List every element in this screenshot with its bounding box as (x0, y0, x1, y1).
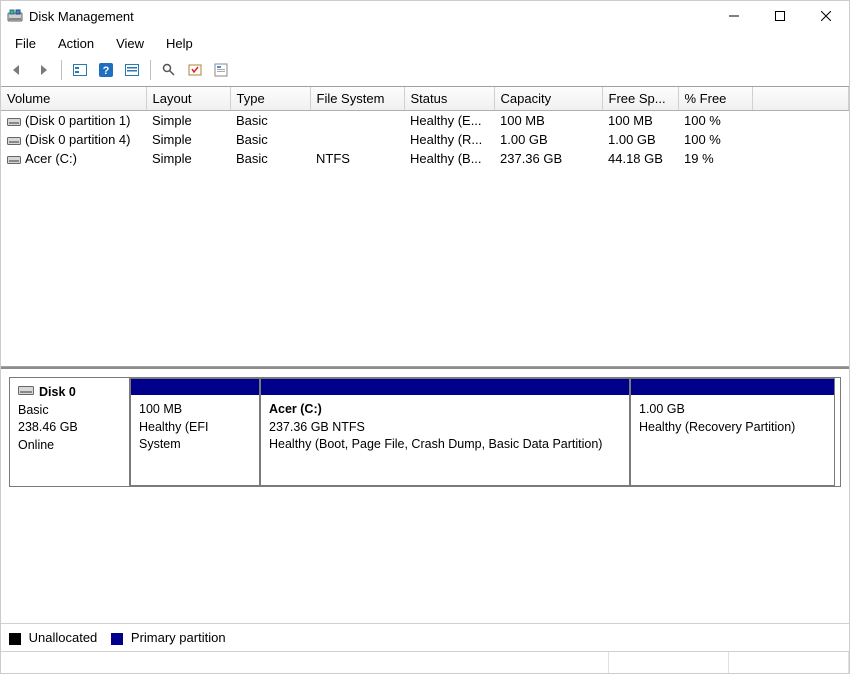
disk-type: Basic (18, 402, 121, 420)
cell-type: Basic (230, 149, 310, 168)
cell-status: Healthy (R... (404, 130, 494, 149)
menu-view[interactable]: View (106, 33, 154, 54)
cell-fs (310, 130, 404, 149)
help-button[interactable]: ? (94, 58, 118, 82)
toolbar: ? (1, 56, 849, 87)
disk-row[interactable]: Disk 0 Basic 238.46 GB Online 100 MBHeal… (9, 377, 841, 487)
menu-help[interactable]: Help (156, 33, 203, 54)
disk-size: 238.46 GB (18, 419, 121, 437)
volume-list[interactable]: Volume Layout Type File System Status Ca… (1, 87, 849, 367)
toolbar-separator (61, 60, 62, 80)
back-button[interactable] (5, 58, 29, 82)
cell-capacity: 100 MB (494, 111, 602, 131)
cell-layout: Simple (146, 149, 230, 168)
cell-layout: Simple (146, 130, 230, 149)
partition-size: 237.36 GB NTFS (269, 419, 621, 437)
primary-swatch (111, 633, 123, 645)
cell-fs: NTFS (310, 149, 404, 168)
disk-state: Online (18, 437, 121, 455)
legend-primary: Primary partition (111, 630, 225, 645)
partition-block[interactable]: Acer (C:)237.36 GB NTFSHealthy (Boot, Pa… (260, 378, 630, 486)
partition-label: Acer (C:) (269, 401, 621, 419)
rescan-disks-button[interactable] (183, 58, 207, 82)
close-button[interactable] (803, 1, 849, 31)
col-blank[interactable] (752, 87, 849, 111)
legend: Unallocated Primary partition (1, 623, 849, 651)
cell-layout: Simple (146, 111, 230, 131)
unallocated-swatch (9, 633, 21, 645)
partition-stripe (131, 379, 259, 395)
col-status[interactable]: Status (404, 87, 494, 111)
properties-button[interactable] (209, 58, 233, 82)
partition-stripe (631, 379, 834, 395)
status-bar (1, 651, 849, 673)
cell-free: 100 MB (602, 111, 678, 131)
volume-row[interactable]: Acer (C:)SimpleBasicNTFSHealthy (B...237… (1, 149, 849, 168)
svg-text:?: ? (103, 65, 110, 77)
volume-row[interactable]: (Disk 0 partition 1)SimpleBasic Healthy (… (1, 111, 849, 131)
minimize-button[interactable] (711, 1, 757, 31)
cell-capacity: 1.00 GB (494, 130, 602, 149)
col-freespace[interactable]: Free Sp... (602, 87, 678, 111)
volume-icon (7, 155, 21, 165)
cell-status: Healthy (B... (404, 149, 494, 168)
menubar: File Action View Help (1, 31, 849, 56)
col-layout[interactable]: Layout (146, 87, 230, 111)
menu-file[interactable]: File (5, 33, 46, 54)
cell-fs (310, 111, 404, 131)
col-capacity[interactable]: Capacity (494, 87, 602, 111)
window-controls (711, 1, 849, 31)
show-hide-tree-button[interactable] (68, 58, 92, 82)
cell-pct: 100 % (678, 111, 752, 131)
col-pctfree[interactable]: % Free (678, 87, 752, 111)
partition-stripe (261, 379, 629, 395)
col-filesystem[interactable]: File System (310, 87, 404, 111)
disk-icon (18, 384, 34, 402)
partition-size: 1.00 GB (639, 401, 826, 419)
forward-button[interactable] (31, 58, 55, 82)
cell-capacity: 237.36 GB (494, 149, 602, 168)
cell-volume: (Disk 0 partition 1) (1, 111, 146, 131)
volume-icon (7, 117, 21, 127)
partition-status: Healthy (Boot, Page File, Crash Dump, Ba… (269, 436, 621, 454)
cell-pct: 19 % (678, 149, 752, 168)
volume-row[interactable]: (Disk 0 partition 4)SimpleBasic Healthy (… (1, 130, 849, 149)
col-type[interactable]: Type (230, 87, 310, 111)
settings-button[interactable] (120, 58, 144, 82)
refresh-button[interactable] (157, 58, 181, 82)
partition-status: Healthy (EFI System (139, 419, 251, 454)
titlebar: Disk Management (1, 1, 849, 31)
disk-map-area: Disk 0 Basic 238.46 GB Online 100 MBHeal… (1, 367, 849, 623)
menu-action[interactable]: Action (48, 33, 104, 54)
cell-status: Healthy (E... (404, 111, 494, 131)
legend-unallocated: Unallocated (9, 630, 97, 645)
partition-block[interactable]: 1.00 GBHealthy (Recovery Partition) (630, 378, 835, 486)
cell-volume: (Disk 0 partition 4) (1, 130, 146, 149)
window-title: Disk Management (29, 9, 134, 24)
cell-volume: Acer (C:) (1, 149, 146, 168)
cell-free: 44.18 GB (602, 149, 678, 168)
cell-pct: 100 % (678, 130, 752, 149)
partition-block[interactable]: 100 MBHealthy (EFI System (130, 378, 260, 486)
disk-name: Disk 0 (39, 384, 76, 402)
col-volume[interactable]: Volume (1, 87, 146, 111)
toolbar-separator (150, 60, 151, 80)
partition-status: Healthy (Recovery Partition) (639, 419, 826, 437)
cell-free: 1.00 GB (602, 130, 678, 149)
cell-type: Basic (230, 111, 310, 131)
disk-partitions: 100 MBHealthy (EFI SystemAcer (C:)237.36… (130, 378, 840, 486)
app-icon (7, 8, 23, 24)
volume-icon (7, 136, 21, 146)
disk-info-panel[interactable]: Disk 0 Basic 238.46 GB Online (10, 378, 130, 486)
column-header-row: Volume Layout Type File System Status Ca… (1, 87, 849, 111)
partition-size: 100 MB (139, 401, 251, 419)
cell-type: Basic (230, 130, 310, 149)
maximize-button[interactable] (757, 1, 803, 31)
